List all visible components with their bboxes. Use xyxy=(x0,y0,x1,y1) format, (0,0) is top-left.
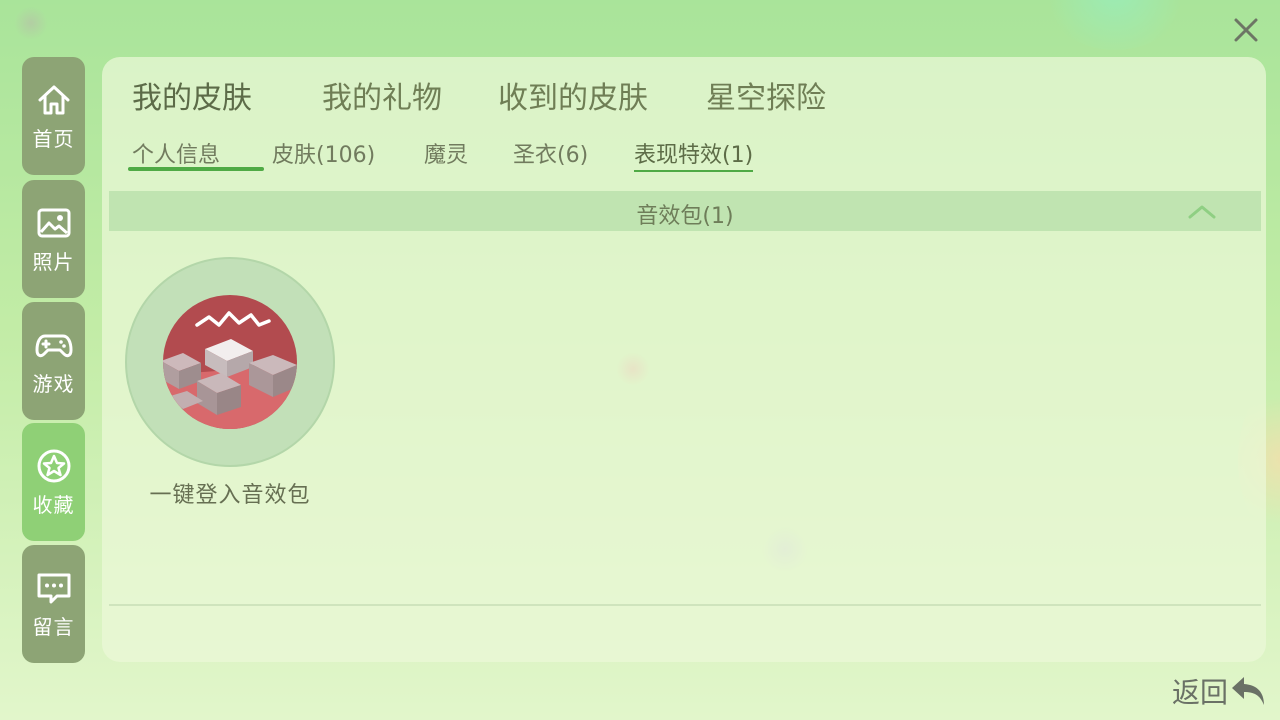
tab-star-adventure[interactable]: 星空探险 xyxy=(706,73,826,117)
section-header-sound-pack[interactable]: 音效包(1) xyxy=(109,191,1261,231)
chevron-up-icon[interactable] xyxy=(1187,203,1217,221)
home-icon xyxy=(38,85,69,114)
sound-pack-item[interactable]: 一键登入音效包 xyxy=(125,257,335,509)
sidebar-item-label: 收藏 xyxy=(32,492,75,517)
sidebar-item-label: 游戏 xyxy=(32,371,75,396)
background-bubble xyxy=(1040,0,1190,50)
close-button[interactable] xyxy=(1228,12,1264,48)
sidebar-item-favorites[interactable]: 收藏 xyxy=(22,423,85,541)
sidebar-item-label: 照片 xyxy=(32,249,75,274)
subtab-personal-info[interactable]: 个人信息 xyxy=(132,137,220,169)
sidebar-item-label: 留言 xyxy=(32,614,75,639)
back-label: 返回 xyxy=(1172,676,1229,709)
back-arrow-icon xyxy=(1232,677,1265,705)
item-label: 一键登入音效包 xyxy=(149,483,311,508)
star-icon xyxy=(37,449,70,482)
divider xyxy=(109,604,1261,606)
subtab-skins[interactable]: 皮肤(106) xyxy=(272,137,375,169)
section-title: 音效包(1) xyxy=(636,204,734,229)
subtab-spirit[interactable]: 魔灵 xyxy=(424,137,468,169)
sidebar-item-message[interactable]: 留言 xyxy=(22,545,85,663)
sidebar-item-home[interactable]: 首页 xyxy=(22,57,85,175)
sidebar-item-label: 首页 xyxy=(32,126,75,151)
tab-my-gifts[interactable]: 我的礼物 xyxy=(322,73,442,117)
background-bubble xyxy=(14,6,48,40)
item-frame xyxy=(125,257,335,467)
sound-pack-icon xyxy=(163,295,297,429)
subtab-effects[interactable]: 表现特效(1) xyxy=(634,137,754,172)
tab-received-skins[interactable]: 收到的皮肤 xyxy=(498,73,648,117)
back-button[interactable]: 返回 xyxy=(1172,670,1268,712)
subtab-holy-cloth[interactable]: 圣衣(6) xyxy=(513,137,588,169)
sidebar-item-game[interactable]: 游戏 xyxy=(22,302,85,420)
photo-icon xyxy=(37,208,70,237)
tab-my-skins[interactable]: 我的皮肤 xyxy=(132,73,252,117)
gamepad-icon xyxy=(35,334,72,357)
main-panel: 我的皮肤 我的礼物 收到的皮肤 星空探险 个人信息 皮肤(106) 魔灵 圣衣(… xyxy=(102,57,1266,662)
close-icon xyxy=(1234,18,1258,42)
sidebar-item-photo[interactable]: 照片 xyxy=(22,180,85,298)
message-icon xyxy=(37,573,70,603)
